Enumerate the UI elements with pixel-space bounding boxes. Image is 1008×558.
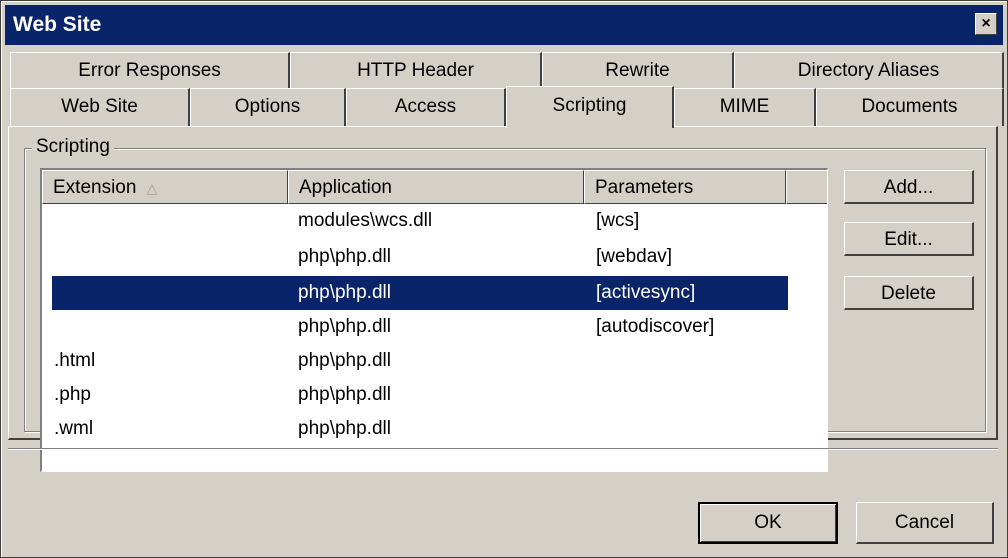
- script-mappings-list[interactable]: Extension △ Application Parameters module…: [40, 168, 828, 472]
- cell-application: php\php.dll: [298, 246, 391, 267]
- window-title: Web Site: [13, 13, 102, 36]
- column-header-filler: [786, 170, 827, 204]
- table-row[interactable]: .html php\php.dll: [50, 344, 826, 378]
- cell-application: php\php.dll: [298, 282, 391, 303]
- delete-button[interactable]: Delete: [844, 276, 974, 310]
- tab-mime[interactable]: MIME: [674, 88, 816, 126]
- cancel-button[interactable]: Cancel: [856, 502, 994, 544]
- scripting-group-label: Scripting: [32, 136, 114, 158]
- cell-extension: .html: [54, 350, 96, 371]
- add-button[interactable]: Add...: [844, 170, 974, 204]
- table-row[interactable]: .wml php\php.dll: [50, 412, 826, 446]
- cell-application: php\php.dll: [298, 350, 391, 371]
- cell-extension: .wml: [54, 418, 94, 439]
- column-header-application[interactable]: Application: [288, 170, 584, 204]
- footer-divider: [8, 448, 998, 449]
- table-row[interactable]: .php php\php.dll: [50, 378, 826, 412]
- close-icon[interactable]: ×: [975, 13, 997, 35]
- cell-parameters: [autodiscover]: [596, 316, 715, 337]
- table-row[interactable]: php\php.dll [autodiscover]: [50, 310, 826, 344]
- table-row[interactable]: modules\wcs.dll [wcs]: [50, 204, 826, 238]
- cell-parameters: [activesync]: [596, 282, 696, 303]
- column-header-parameters[interactable]: Parameters: [584, 170, 786, 204]
- table-row-selected[interactable]: php\php.dll [activesync]: [52, 276, 788, 310]
- tab-documents[interactable]: Documents: [816, 88, 1004, 126]
- cell-application: php\php.dll: [298, 384, 391, 405]
- tab-directory-aliases[interactable]: Directory Aliases: [734, 52, 1004, 88]
- column-header-extension[interactable]: Extension △: [42, 170, 288, 204]
- cell-application: modules\wcs.dll: [298, 210, 433, 231]
- cell-parameters: [webdav]: [596, 246, 673, 267]
- tab-error-responses[interactable]: Error Responses: [10, 52, 290, 88]
- tab-options[interactable]: Options: [190, 88, 346, 126]
- cell-parameters: [wcs]: [596, 210, 640, 231]
- sort-ascending-icon: △: [146, 180, 158, 196]
- tab-web-site[interactable]: Web Site: [10, 88, 190, 126]
- cell-extension: .php: [54, 384, 91, 405]
- title-bar[interactable]: Web Site ×: [5, 5, 1003, 45]
- cell-application: php\php.dll: [298, 316, 391, 337]
- tab-rewrite[interactable]: Rewrite: [542, 52, 734, 88]
- tab-http-header[interactable]: HTTP Header: [290, 52, 542, 88]
- edit-button[interactable]: Edit...: [844, 222, 974, 256]
- table-row[interactable]: php\php.dll [webdav]: [50, 240, 826, 274]
- tab-scripting[interactable]: Scripting: [506, 86, 674, 128]
- tab-access[interactable]: Access: [346, 88, 506, 126]
- cell-application: php\php.dll: [298, 418, 391, 439]
- ok-button[interactable]: OK: [698, 502, 838, 544]
